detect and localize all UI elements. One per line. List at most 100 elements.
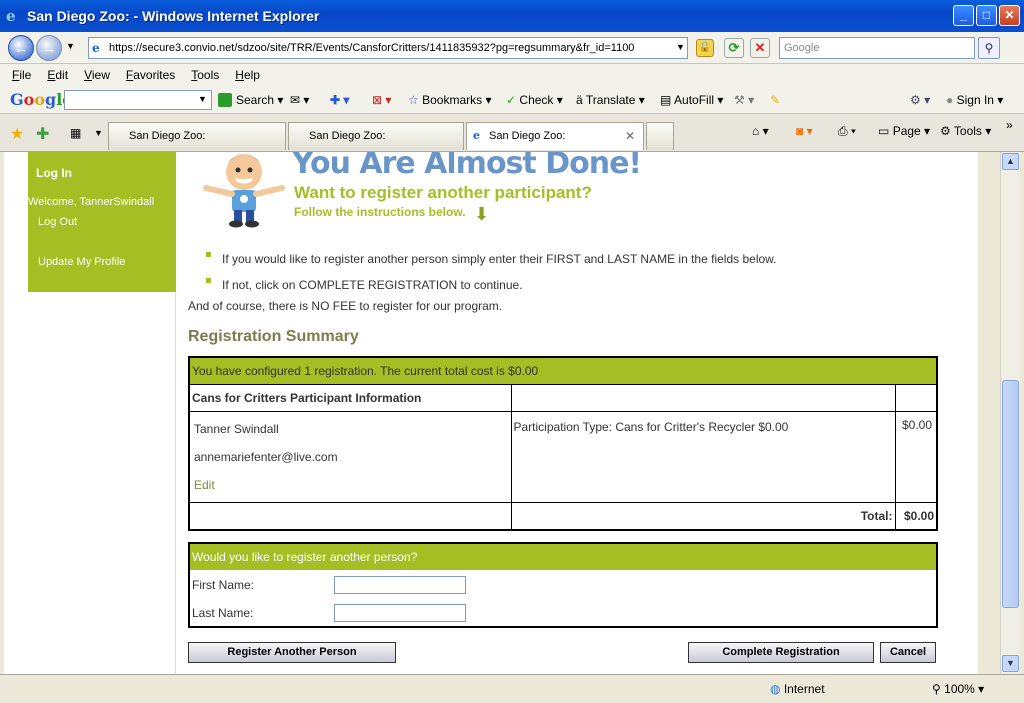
configured-message: You have configured 1 registration. The … [188,356,938,385]
page-icon: e [92,41,100,55]
menu-view[interactable]: View [84,68,110,82]
settings-wrench-icon[interactable]: ⚙ ▾ [910,93,930,107]
popup-blocker-icon[interactable]: ⊠ ▾ [372,93,391,107]
google-g-icon [218,93,232,107]
globe-icon: ◍ [770,682,781,696]
registration-summary-heading: Registration Summary [188,328,359,345]
tab-3-active[interactable]: e San Diego Zoo: ✕ [466,122,644,150]
scroll-thumb[interactable] [1002,380,1019,608]
table-row: Cans for Critters Participant Informatio… [188,384,938,412]
back-button[interactable]: ← [8,35,34,61]
autofill-icon: ▤ [660,93,672,107]
tab-ie-icon: e [473,129,480,142]
favorites-star-icon[interactable]: ★ [10,124,24,144]
page-menu-button[interactable]: ▭ Page ▾ [878,124,930,138]
print-icon[interactable]: ⎙ ▾ [838,124,856,139]
url-dropdown-icon[interactable]: ▼ [676,42,685,52]
total-label: Total: [510,502,896,531]
participant-name: Tanner Swindall [194,422,279,436]
bookmarks-button[interactable]: ☆ Bookmarks ▾ [408,93,492,107]
tab-1[interactable]: San Diego Zoo: [108,122,286,150]
google-dropdown-icon[interactable]: ▼ [198,94,207,104]
first-name-input[interactable] [334,576,466,594]
table-row: You have configured 1 registration. The … [188,356,938,385]
add-favorite-icon[interactable]: ✚ [36,124,49,144]
lock-icon[interactable]: 🔒 [696,39,714,57]
tab-2[interactable]: San Diego Zoo: [288,122,464,150]
menu-edit[interactable]: Edit [47,68,68,82]
last-name-input[interactable] [334,604,466,622]
wrench-icon[interactable]: ⚒ ▾ [734,93,754,107]
participant-info-header: Cans for Critters Participant Informatio… [188,384,512,412]
plus-icon[interactable]: ✚ ▾ [330,93,349,107]
translate-button[interactable]: ä Translate ▾ [576,93,645,107]
table-cell [894,384,938,412]
logout-link[interactable]: Log Out [38,216,77,228]
table-row: Total: $0.00 [188,502,938,531]
table-row: Tanner Swindall annemariefenter@live.com… [188,411,938,503]
url-input[interactable]: e https://secure3.convio.net/sdzoo/site/… [88,37,688,59]
sign-in-button[interactable]: ● Sign In ▾ [946,93,1003,107]
register-another-button[interactable]: Register Another Person [188,642,396,663]
tab-close-icon[interactable]: ✕ [625,123,635,149]
search-icon[interactable]: ⚲ [978,37,1000,59]
close-button[interactable]: ✕ [999,5,1020,26]
zoom-icon: ⚲ [932,682,941,696]
line-price: $0.00 [894,411,938,503]
window-titlebar: e San Diego Zoo: - Windows Internet Expl… [0,0,1024,32]
status-bar: ◍ Internet ⚲ 100% ▾ [0,674,1024,703]
main-content: You Are Almost Done! Want to register an… [188,152,948,674]
minimize-button[interactable]: _ [953,5,974,26]
no-fee-text: And of course, there is NO FEE to regist… [188,299,503,313]
tab-bar: ★ ✚ ▦ ▼ San Diego Zoo: San Diego Zoo: e … [0,114,1024,152]
new-tab-button[interactable] [646,122,674,150]
menu-help[interactable]: Help [235,68,260,82]
register-another-question: Would you like to register another perso… [190,544,936,570]
home-icon[interactable]: ⌂ ▾ [752,124,769,138]
user-circle-icon: ● [946,93,954,107]
spellcheck-button[interactable]: ✓ Check ▾ [506,93,563,107]
hero-title: You Are Almost Done! [292,152,642,181]
autofill-button[interactable]: ▤ AutoFill ▾ [660,93,723,107]
login-heading: Log In [36,166,72,180]
stop-button[interactable]: ✕ [750,38,770,58]
scroll-up-icon[interactable]: ▲ [1002,153,1019,170]
menu-favorites[interactable]: Favorites [126,68,175,82]
complete-registration-button[interactable]: Complete Registration [688,642,874,663]
menu-file[interactable]: File [12,68,31,82]
bullet-register-another: If you would like to register another pe… [206,252,777,266]
history-dropdown-icon[interactable]: ▼ [66,41,75,51]
gmail-icon[interactable]: ✉ ▾ [290,93,309,107]
table-cell [510,384,896,412]
zoom-level[interactable]: ⚲ 100% ▾ [932,682,984,696]
tools-menu-button[interactable]: ⚙ Tools ▾ [940,124,991,138]
cancel-button[interactable]: Cancel [880,642,936,663]
mascot-icon [203,154,285,228]
gear-icon: ⚙ [940,124,951,138]
tab-list-dropdown-icon[interactable]: ▼ [94,128,103,138]
bullet-complete: If not, click on COMPLETE REGISTRATION t… [206,278,523,292]
maximize-button[interactable]: □ [976,5,997,26]
security-zone[interactable]: ◍ Internet [770,682,825,696]
google-search-input[interactable] [64,90,212,110]
star-outline-icon: ☆ [408,93,419,107]
participant-email: annemariefenter@live.com [194,450,338,464]
vertical-scrollbar[interactable]: ▲ ▼ [1000,152,1020,674]
participation-type: Participation Type: Cans for Critter's R… [510,411,896,503]
edit-link[interactable]: Edit [194,478,507,492]
refresh-button[interactable]: ⟳ [724,38,744,58]
highlighter-icon[interactable]: ✎ [770,93,780,107]
forward-button[interactable]: → [36,35,62,61]
search-input[interactable]: Google [779,37,975,59]
update-profile-link[interactable]: Update My Profile [38,256,125,268]
hero-instructions: Follow the instructions below. [294,205,466,219]
feeds-icon[interactable]: ◙ ▾ [796,124,813,138]
address-bar: ← → ▼ e https://secure3.convio.net/sdzoo… [0,32,1024,64]
scroll-down-icon[interactable]: ▼ [1002,655,1019,672]
check-icon: ✓ [506,93,517,107]
toolbar-overflow-icon[interactable]: » [1006,118,1013,132]
quick-tabs-icon[interactable]: ▦ [70,126,81,140]
menu-tools[interactable]: Tools [191,68,219,82]
google-search-button[interactable]: Search ▾ [218,93,283,107]
menu-bar: File Edit View Favorites Tools Help [0,64,1024,86]
